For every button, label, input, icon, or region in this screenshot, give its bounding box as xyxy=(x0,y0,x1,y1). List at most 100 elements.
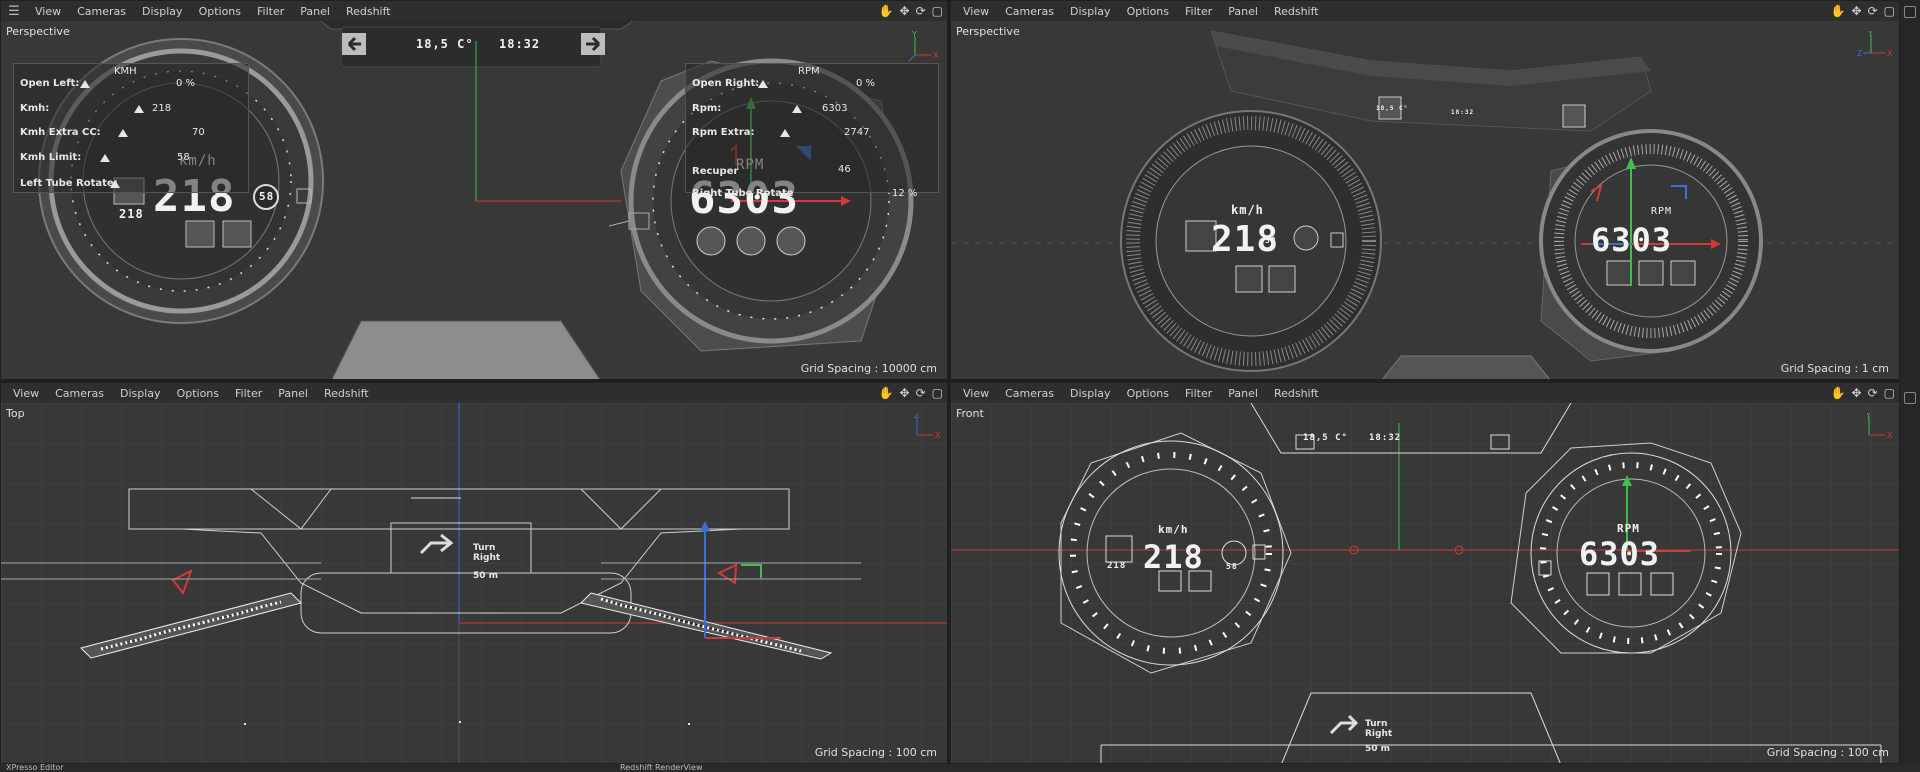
axis-z-label: Z xyxy=(1857,49,1863,58)
menu-cameras[interactable]: Cameras xyxy=(997,5,1062,18)
attr-header-kmh: KMH xyxy=(114,66,137,77)
maximize-icon[interactable]: ▢ xyxy=(932,4,943,18)
maximize-icon[interactable]: ▢ xyxy=(1884,386,1895,400)
menu-panel[interactable]: Panel xyxy=(1220,387,1266,400)
hand-icon[interactable]: ✋ xyxy=(1831,386,1846,400)
menu-redshift[interactable]: Redshift xyxy=(316,387,377,400)
menu-options[interactable]: Options xyxy=(1119,5,1177,18)
menu-filter[interactable]: Filter xyxy=(227,387,270,400)
rpm-label: RPM xyxy=(1651,206,1673,217)
menu-redshift[interactable]: Redshift xyxy=(1266,387,1327,400)
attr-rpm-value[interactable]: 6303 xyxy=(822,103,847,114)
attr-rpm-extra-value[interactable]: 2747 xyxy=(844,127,869,138)
menu-display[interactable]: Display xyxy=(112,387,169,400)
menu-panel[interactable]: Panel xyxy=(270,387,316,400)
viewport-perspective-main[interactable]: ☰ View Cameras Display Options Filter Pa… xyxy=(0,0,948,380)
menu-cameras[interactable]: Cameras xyxy=(47,387,112,400)
slider-rpm[interactable] xyxy=(792,105,802,113)
attr-recuper-value[interactable]: 46 xyxy=(838,164,851,175)
menu-display[interactable]: Display xyxy=(134,5,191,18)
perspective-scene xyxy=(951,21,1899,379)
right-tool-strip xyxy=(1900,0,1920,764)
slider-kmh-limit[interactable] xyxy=(100,154,110,162)
hand-icon[interactable]: ✋ xyxy=(1831,4,1846,18)
attr-kmh-limit-value[interactable]: 58 xyxy=(177,152,190,163)
grid-spacing-label: Grid Spacing : 10000 cm xyxy=(800,362,937,375)
move-icon[interactable]: ✥ xyxy=(1852,4,1862,18)
hand-icon[interactable]: ✋ xyxy=(879,386,894,400)
tab-redshift-renderview[interactable]: Redshift RenderView xyxy=(620,764,702,772)
speed-unit: km/h xyxy=(1231,203,1264,217)
viewport-nav-icons: ✋ ✥ ⟳ ▢ xyxy=(879,1,943,21)
slider-kmh-extra[interactable] xyxy=(118,129,128,137)
bottom-panel-tabs: XPresso Editor Redshift RenderView xyxy=(0,764,1920,772)
viewport-front[interactable]: View Cameras Display Options Filter Pane… xyxy=(950,382,1900,764)
viewport-nav-icons: ✋ ✥ ⟳ ▢ xyxy=(1831,383,1895,403)
rotate-icon[interactable]: ⟳ xyxy=(916,4,926,18)
menu-view[interactable]: View xyxy=(955,387,997,400)
tab-xpresso-editor[interactable]: XPresso Editor xyxy=(6,764,64,772)
menu-options[interactable]: Options xyxy=(169,387,227,400)
slider-open-right[interactable] xyxy=(758,80,768,88)
menu-filter[interactable]: Filter xyxy=(249,5,292,18)
axis-gizmo: Z X xyxy=(914,413,941,440)
move-icon[interactable]: ✥ xyxy=(900,4,910,18)
menu-view[interactable]: View xyxy=(955,5,997,18)
viewport-label: Perspective xyxy=(956,25,1020,38)
maximize-icon[interactable]: ▢ xyxy=(932,386,943,400)
rotate-icon[interactable]: ⟳ xyxy=(916,386,926,400)
axis-x-label: X xyxy=(1887,431,1893,440)
attr-open-left-value[interactable]: 0 % xyxy=(176,78,195,89)
viewport-perspective-secondary[interactable]: View Cameras Display Options Filter Pane… xyxy=(950,0,1900,380)
front-grid-geometry xyxy=(951,403,1899,763)
attr-header-rpm: RPM xyxy=(798,66,820,77)
slider-open-left[interactable] xyxy=(80,80,90,88)
attr-open-right-value[interactable]: 0 % xyxy=(856,78,875,89)
menu-panel[interactable]: Panel xyxy=(292,5,338,18)
attr-open-right-label: Open Right: xyxy=(692,78,760,89)
menu-cameras[interactable]: Cameras xyxy=(997,387,1062,400)
layout-icon[interactable] xyxy=(1904,392,1916,404)
attr-rpm-label: Rpm: xyxy=(692,103,722,114)
menu-display[interactable]: Display xyxy=(1062,5,1119,18)
attr-open-left-label: Open Left: xyxy=(20,78,80,89)
menu-view[interactable]: View xyxy=(5,387,47,400)
axis-z-label: Z xyxy=(914,413,920,420)
grid-spacing-label: Grid Spacing : 100 cm xyxy=(1766,746,1889,759)
move-icon[interactable]: ✥ xyxy=(900,386,910,400)
menu-filter[interactable]: Filter xyxy=(1177,387,1220,400)
maximize-icon[interactable]: ▢ xyxy=(1884,4,1895,18)
slider-kmh[interactable] xyxy=(134,105,144,113)
menu-options[interactable]: Options xyxy=(191,5,249,18)
layout-icon[interactable] xyxy=(1904,6,1916,18)
cinema4d-app: ☰ View Cameras Display Options Filter Pa… xyxy=(0,0,1920,772)
hand-icon[interactable]: ✋ xyxy=(879,4,894,18)
rotate-icon[interactable]: ⟳ xyxy=(1868,4,1878,18)
attr-kmh-extra-value[interactable]: 70 xyxy=(192,127,205,138)
viewport-menubar: View Cameras Display Options Filter Pane… xyxy=(951,1,1899,21)
menu-filter[interactable]: Filter xyxy=(1177,5,1220,18)
viewport-top[interactable]: View Cameras Display Options Filter Pane… xyxy=(0,382,948,764)
rotate-icon[interactable]: ⟳ xyxy=(1868,386,1878,400)
menu-cameras[interactable]: Cameras xyxy=(69,5,134,18)
turn-text: Turn Right xyxy=(1365,719,1393,739)
distance-text: 50 m xyxy=(473,571,499,581)
left-gauge-attributes: KMH Open Left: 0 % Kmh: 218 Kmh Extra CC… xyxy=(13,63,249,193)
rpm-label: RPM xyxy=(1617,522,1640,535)
attr-right-tube-value[interactable]: 12 % xyxy=(892,188,917,199)
move-icon[interactable]: ✥ xyxy=(1852,386,1862,400)
attr-kmh-value[interactable]: 218 xyxy=(152,103,171,114)
menu-options[interactable]: Options xyxy=(1119,387,1177,400)
axis-x-label: X xyxy=(935,431,941,440)
slider-rpm-extra[interactable] xyxy=(780,129,790,137)
viewport-menubar: ☰ View Cameras Display Options Filter Pa… xyxy=(1,1,947,21)
hud-temperature: 18,5 C° xyxy=(1376,105,1409,112)
hamburger-icon[interactable]: ☰ xyxy=(1,4,27,19)
menu-view[interactable]: View xyxy=(27,5,69,18)
slider-left-tube[interactable] xyxy=(110,180,120,188)
menu-redshift[interactable]: Redshift xyxy=(1266,5,1327,18)
menu-redshift[interactable]: Redshift xyxy=(338,5,399,18)
menu-panel[interactable]: Panel xyxy=(1220,5,1266,18)
menu-display[interactable]: Display xyxy=(1062,387,1119,400)
attr-recuper-label: Recuper xyxy=(692,166,739,177)
